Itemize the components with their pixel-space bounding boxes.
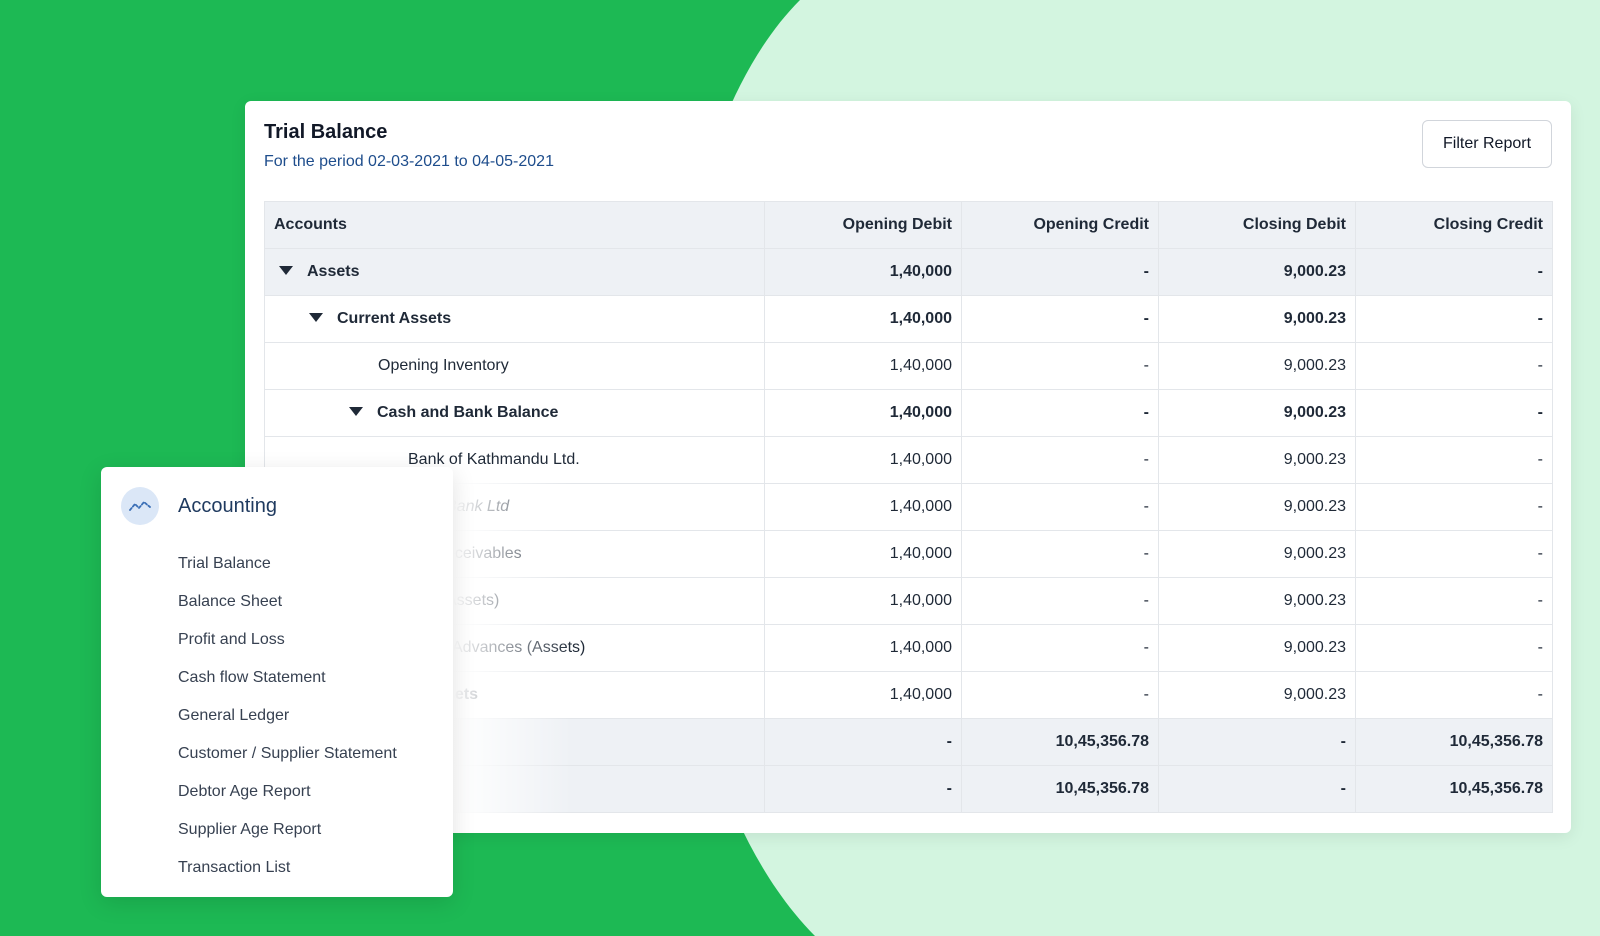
closing-debit-cell: 9,000.23 xyxy=(1158,342,1356,390)
column-header-opening-credit[interactable]: Opening Credit xyxy=(961,201,1159,249)
table-row-current-assets[interactable]: Current Assets 1,40,000 - 9,000.23 - xyxy=(264,295,1553,343)
closing-credit-cell: - xyxy=(1355,671,1553,719)
totals-row: - 10,45,356.78 - 10,45,356.78 xyxy=(264,718,1553,766)
trial-balance-table: Accounts Opening Debit Opening Credit Cl… xyxy=(264,201,1553,813)
account-label: Bank Ltd xyxy=(446,498,510,515)
trend-line-icon xyxy=(121,487,159,525)
filter-report-button[interactable]: Filter Report xyxy=(1422,120,1552,168)
table-row-cash-and-bank[interactable]: Cash and Bank Balance 1,40,000 - 9,000.2… xyxy=(264,389,1553,437)
opening-debit-cell: 1,40,000 xyxy=(764,483,962,531)
column-header-closing-credit[interactable]: Closing Credit xyxy=(1355,201,1553,249)
closing-debit-cell: 9,000.23 xyxy=(1158,248,1356,296)
totals-row: - 10,45,356.78 - 10,45,356.78 xyxy=(264,765,1553,813)
table-row[interactable]: Advances (Assets) 1,40,000 - 9,000.23 - xyxy=(264,624,1553,672)
menu-item-customer-supplier-statement[interactable]: Customer / Supplier Statement xyxy=(178,745,397,783)
menu-item-transaction-list[interactable]: Transaction List xyxy=(178,859,397,897)
account-cell: Assets xyxy=(264,248,765,296)
table-row-assets[interactable]: Assets 1,40,000 - 9,000.23 - xyxy=(264,248,1553,296)
account-cell: Current Assets xyxy=(264,295,765,343)
accounting-title: Accounting xyxy=(178,495,277,517)
closing-credit-cell: - xyxy=(1355,483,1553,531)
closing-credit-cell: - xyxy=(1355,624,1553,672)
opening-credit-cell: - xyxy=(961,389,1159,437)
caret-down-icon[interactable] xyxy=(309,313,323,323)
menu-item-debtor-age-report[interactable]: Debtor Age Report xyxy=(178,783,397,821)
opening-credit-cell: - xyxy=(961,342,1159,390)
opening-credit-cell: - xyxy=(961,295,1159,343)
account-cell: Opening Inventory xyxy=(264,342,765,390)
closing-credit-cell: 10,45,356.78 xyxy=(1355,718,1553,766)
closing-credit-cell: - xyxy=(1355,436,1553,484)
opening-credit-cell: - xyxy=(961,436,1159,484)
closing-credit-cell: - xyxy=(1355,248,1553,296)
opening-credit-cell: - xyxy=(961,530,1159,578)
closing-debit-cell: 9,000.23 xyxy=(1158,389,1356,437)
account-label: Assets) xyxy=(446,592,500,609)
closing-credit-cell: - xyxy=(1355,295,1553,343)
closing-debit-cell: - xyxy=(1158,765,1356,813)
closing-debit-cell: 9,000.23 xyxy=(1158,530,1356,578)
opening-credit-cell: 10,45,356.78 xyxy=(961,718,1159,766)
caret-down-icon[interactable] xyxy=(279,266,293,276)
accounting-menu-list: Trial Balance Balance Sheet Profit and L… xyxy=(178,555,397,897)
opening-credit-cell: - xyxy=(961,483,1159,531)
closing-debit-cell: 9,000.23 xyxy=(1158,436,1356,484)
closing-debit-cell: 9,000.23 xyxy=(1158,671,1356,719)
closing-debit-cell: - xyxy=(1158,718,1356,766)
opening-debit-cell: 1,40,000 xyxy=(764,342,962,390)
opening-debit-cell: 1,40,000 xyxy=(764,577,962,625)
account-label: Current Assets xyxy=(337,310,452,327)
opening-debit-cell: 1,40,000 xyxy=(764,389,962,437)
menu-item-balance-sheet[interactable]: Balance Sheet xyxy=(178,593,397,631)
report-title: Trial Balance xyxy=(264,121,388,143)
account-label: Assets xyxy=(307,263,360,280)
caret-down-icon[interactable] xyxy=(349,407,363,417)
opening-credit-cell: - xyxy=(961,577,1159,625)
column-header-closing-debit[interactable]: Closing Debit xyxy=(1158,201,1356,249)
table-header-row: Accounts Opening Debit Opening Credit Cl… xyxy=(264,201,1553,249)
accounting-menu-panel: Accounting Trial Balance Balance Sheet P… xyxy=(101,467,453,897)
opening-credit-cell: 10,45,356.78 xyxy=(961,765,1159,813)
column-header-accounts[interactable]: Accounts xyxy=(264,201,765,249)
table-row[interactable]: sets 1,40,000 - 9,000.23 - xyxy=(264,671,1553,719)
opening-debit-cell: 1,40,000 xyxy=(764,530,962,578)
account-label: Bank of Kathmandu Ltd. xyxy=(408,451,580,468)
opening-debit-cell: 1,40,000 xyxy=(764,671,962,719)
account-label: eceivables xyxy=(446,545,522,562)
account-label: Cash and Bank Balance xyxy=(377,404,559,421)
opening-debit-cell: 1,40,000 xyxy=(764,436,962,484)
closing-debit-cell: 9,000.23 xyxy=(1158,483,1356,531)
closing-debit-cell: 9,000.23 xyxy=(1158,295,1356,343)
opening-credit-cell: - xyxy=(961,624,1159,672)
opening-debit-cell: 1,40,000 xyxy=(764,624,962,672)
table-row[interactable]: eceivables 1,40,000 - 9,000.23 - xyxy=(264,530,1553,578)
closing-credit-cell: - xyxy=(1355,577,1553,625)
menu-item-supplier-age-report[interactable]: Supplier Age Report xyxy=(178,821,397,859)
opening-credit-cell: - xyxy=(961,671,1159,719)
menu-item-profit-and-loss[interactable]: Profit and Loss xyxy=(178,631,397,669)
closing-debit-cell: 9,000.23 xyxy=(1158,624,1356,672)
column-header-opening-debit[interactable]: Opening Debit xyxy=(764,201,962,249)
closing-credit-cell: - xyxy=(1355,389,1553,437)
opening-debit-cell: - xyxy=(764,765,962,813)
report-period: For the period 02-03-2021 to 04-05-2021 xyxy=(264,153,554,170)
table-row[interactable]: Bank Ltd 1,40,000 - 9,000.23 - xyxy=(264,483,1553,531)
account-label: Opening Inventory xyxy=(378,357,509,374)
opening-debit-cell: 1,40,000 xyxy=(764,295,962,343)
menu-item-cash-flow-statement[interactable]: Cash flow Statement xyxy=(178,669,397,707)
account-label: Advances (Assets) xyxy=(452,639,586,656)
closing-credit-cell: - xyxy=(1355,342,1553,390)
opening-debit-cell: - xyxy=(764,718,962,766)
table-row[interactable]: Opening Inventory 1,40,000 - 9,000.23 - xyxy=(264,342,1553,390)
opening-credit-cell: - xyxy=(961,248,1159,296)
table-row[interactable]: Bank of Kathmandu Ltd. 1,40,000 - 9,000.… xyxy=(264,436,1553,484)
menu-item-general-ledger[interactable]: General Ledger xyxy=(178,707,397,745)
account-cell: Cash and Bank Balance xyxy=(264,389,765,437)
closing-debit-cell: 9,000.23 xyxy=(1158,577,1356,625)
closing-credit-cell: - xyxy=(1355,530,1553,578)
table-row[interactable]: Assets) 1,40,000 - 9,000.23 - xyxy=(264,577,1553,625)
closing-credit-cell: 10,45,356.78 xyxy=(1355,765,1553,813)
opening-debit-cell: 1,40,000 xyxy=(764,248,962,296)
menu-item-trial-balance[interactable]: Trial Balance xyxy=(178,555,397,593)
